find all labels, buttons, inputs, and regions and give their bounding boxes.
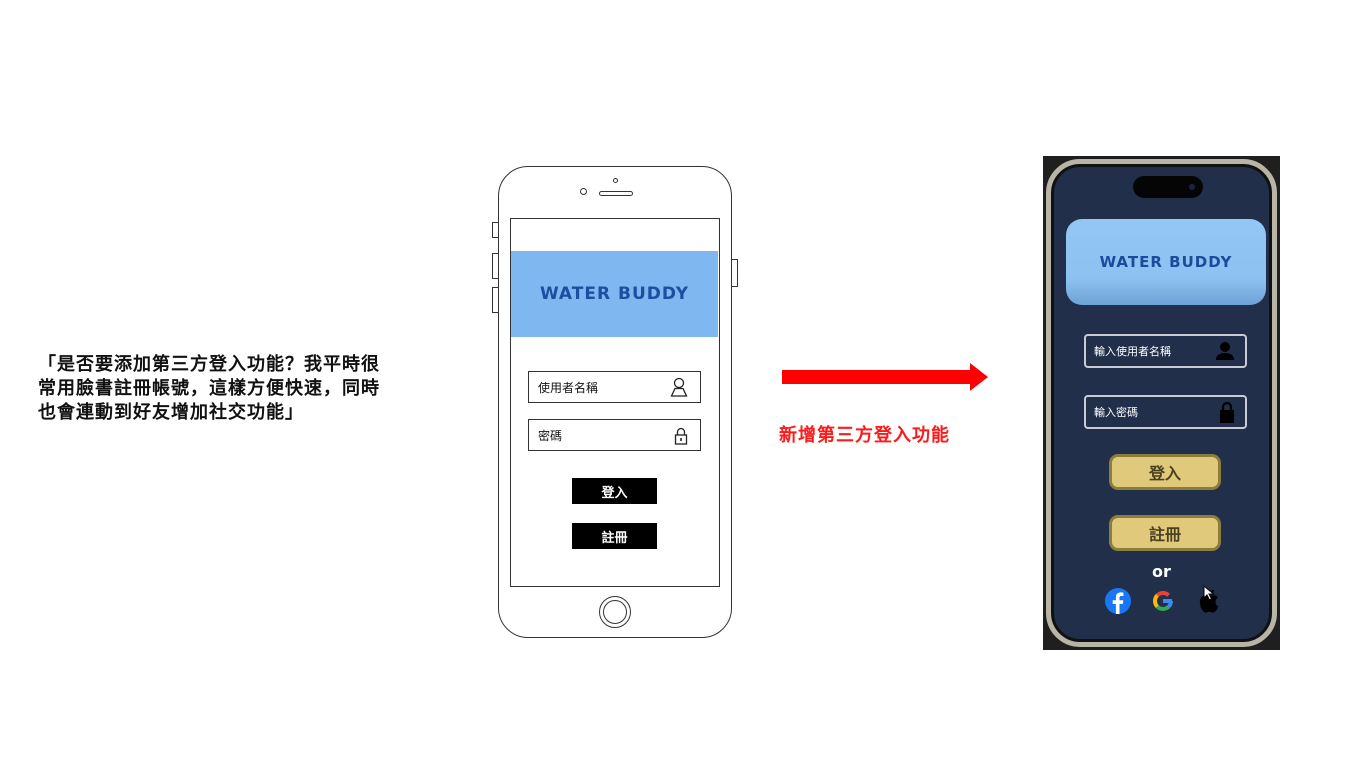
wireframe-phone: WATER BUDDY 使用者名稱 密碼 登入 註冊 <box>492 166 738 638</box>
camera-lens <box>1189 184 1195 190</box>
phone-speaker <box>599 191 633 196</box>
brand-banner: WATER BUDDY <box>1066 219 1266 305</box>
quote-line: 也會連動到好友增加社交功能」 <box>38 402 304 423</box>
username-field[interactable]: 使用者名稱 <box>528 371 701 403</box>
phone-side-button <box>492 253 499 279</box>
password-placeholder: 輸入密碼 <box>1094 406 1138 419</box>
user-icon <box>670 377 688 400</box>
cursor-icon <box>1203 584 1215 605</box>
arrow-head <box>970 363 988 391</box>
username-input[interactable]: 輸入使用者名稱 <box>1084 334 1247 368</box>
username-placeholder: 輸入使用者名稱 <box>1094 345 1171 358</box>
arrow-shaft <box>782 370 972 384</box>
brand-banner: WATER BUDDY <box>511 251 718 337</box>
home-button-inner <box>603 600 627 624</box>
password-input[interactable]: 輸入密碼 <box>1084 395 1247 429</box>
password-label: 密碼 <box>538 428 563 443</box>
login-button[interactable]: 登入 <box>572 478 657 504</box>
phone-side-button <box>492 222 499 238</box>
password-field[interactable]: 密碼 <box>528 419 701 451</box>
mockup-phone: WATER BUDDY 輸入使用者名稱 輸入密碼 登入 註冊 or <box>1046 159 1277 647</box>
google-icon[interactable] <box>1150 588 1176 618</box>
wireframe-screen: WATER BUDDY 使用者名稱 密碼 登入 註冊 <box>510 218 720 587</box>
register-button[interactable]: 註冊 <box>1109 515 1221 551</box>
lock-icon <box>1219 400 1235 427</box>
dynamic-island <box>1133 176 1203 198</box>
phone-camera <box>580 188 587 195</box>
facebook-icon[interactable] <box>1105 588 1131 618</box>
phone-sensor <box>613 178 618 183</box>
mockup-frame: WATER BUDDY 輸入使用者名稱 輸入密碼 登入 註冊 or <box>1043 156 1280 650</box>
quote-line: 常用臉書註冊帳號，這樣方便快速，同時 <box>38 378 380 399</box>
phone-side-button <box>731 259 738 287</box>
login-button[interactable]: 登入 <box>1109 454 1221 490</box>
lock-icon <box>674 427 688 448</box>
phone-side-button <box>492 287 499 313</box>
or-divider: or <box>1152 562 1171 581</box>
quote-line: 「是否要添加第三方登入功能？我平時很 <box>38 354 380 375</box>
register-button[interactable]: 註冊 <box>572 523 657 549</box>
arrow-label: 新增第三方登入功能 <box>779 425 950 446</box>
username-label: 使用者名稱 <box>538 380 599 395</box>
user-feedback-quote: 「是否要添加第三方登入功能？我平時很 常用臉書註冊帳號，這樣方便快速，同時 也會… <box>38 353 438 425</box>
user-icon <box>1215 341 1235 364</box>
